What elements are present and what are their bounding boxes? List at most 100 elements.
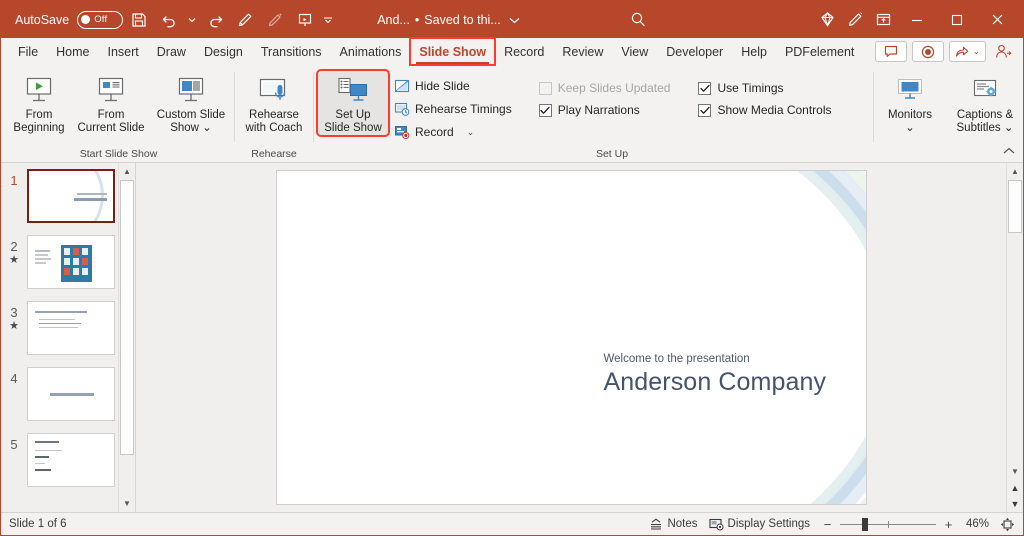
notes-button[interactable]: Notes [649,518,698,531]
keep-slides-updated-label: Keep Slides Updated [557,81,671,95]
thumbnail-row-3[interactable]: 3 ★ [1,301,135,355]
thumbnail-scroll-track[interactable] [119,180,135,495]
tab-animations[interactable]: Animations [331,38,411,65]
show-media-controls-checkbox[interactable]: Show Media Controls [698,103,832,117]
rehearse-with-coach-button[interactable]: Rehearse with Coach [235,71,313,135]
document-name: And... [377,12,410,27]
scroll-track[interactable] [1007,180,1023,463]
title-dropdown-caret[interactable] [509,13,520,27]
hide-slide-button[interactable]: Hide Slide [388,75,517,97]
tab-view[interactable]: View [612,38,657,65]
undo-dropdown-caret[interactable] [185,6,199,34]
editor-pen-icon[interactable] [841,6,869,34]
current-slide[interactable]: Welcome to the presentation Anderson Com… [276,171,866,504]
thumbnail-scroll-up-button[interactable]: ▲ [119,163,135,180]
tab-developer[interactable]: Developer [657,38,732,65]
slide-vertical-scrollbar[interactable]: ▲ ▼ ▲ ▼ [1006,163,1023,512]
rehearse-timings-button[interactable]: Rehearse Timings [388,98,517,120]
previous-slide-button[interactable]: ▲ [1007,480,1023,496]
autosave-toggle[interactable]: Off [77,10,124,29]
slide-thumbnail-1[interactable] [27,169,115,223]
zoom-slider-handle[interactable] [862,517,868,531]
tab-design[interactable]: Design [195,38,252,65]
zoom-slider[interactable] [840,517,936,531]
tab-review[interactable]: Review [553,38,612,65]
set-up-slide-show-label: Set Up Slide Show [324,109,382,134]
slide-thumbnail-5[interactable] [27,433,115,487]
slide-thumbnail-3[interactable] [27,301,115,355]
record-tab-button[interactable] [912,41,945,62]
ribbon-display-icon[interactable] [869,6,897,34]
search-box[interactable] [520,11,813,28]
tab-insert[interactable]: Insert [99,38,148,65]
minimize-button[interactable] [897,2,937,38]
next-slide-button[interactable]: ▼ [1007,496,1023,512]
undo-icon[interactable] [155,6,183,34]
document-title-area[interactable]: And... • Saved to thi... [377,13,520,27]
redo-icon[interactable] [201,6,229,34]
thumbnail-row-2[interactable]: 2 ★ [1,235,135,289]
animation-star-icon: ★ [9,254,19,266]
zoom-in-button[interactable]: + [942,517,955,532]
thumbnail-row-5[interactable]: 5 [1,433,135,487]
pen-icon[interactable] [231,6,259,34]
tab-draw[interactable]: Draw [148,38,195,65]
slide-subtitle: Welcome to the presentation [603,353,750,365]
tab-record[interactable]: Record [495,38,553,65]
show-media-controls-box[interactable] [698,103,712,117]
scroll-up-button[interactable]: ▲ [1007,163,1023,180]
thumbnail-scroll-down-button[interactable]: ▼ [119,495,135,512]
captions-subtitles-button[interactable]: Captions & Subtitles ⌄ [947,71,1023,135]
record-dropdown-caret[interactable]: ⌄ [467,127,475,138]
slide-text-block[interactable]: Welcome to the presentation Anderson Com… [604,353,827,397]
thumbnail-row-4[interactable]: 4 [1,367,135,421]
scroll-thumb[interactable] [1008,180,1022,233]
record-slideshow-button[interactable]: Record ⌄ [388,121,517,143]
title-separator-dot: • [414,12,420,27]
slide-thumbnail-2[interactable] [27,235,115,289]
display-settings-button[interactable]: Display Settings [708,518,810,531]
use-timings-checkbox[interactable]: Use Timings [698,81,831,95]
from-current-slide-button[interactable]: From Current Slide [75,71,147,135]
setup-checkbox-column-1: Keep Slides Updated Play Narrations [538,71,671,117]
play-narrations-box[interactable] [538,103,552,117]
from-beginning-button[interactable]: From Beginning [3,71,75,135]
record-slideshow-icon [393,124,410,141]
tab-transitions[interactable]: Transitions [252,38,331,65]
thumbnail-scroll-thumb[interactable] [120,180,134,455]
collapse-ribbon-button[interactable] [1001,143,1017,159]
tab-file[interactable]: File [9,38,47,65]
tab-help[interactable]: Help [732,38,776,65]
play-narrations-checkbox[interactable]: Play Narrations [538,103,671,117]
custom-slide-show-button[interactable]: Custom Slide Show ⌄ [148,71,234,135]
save-icon[interactable] [125,6,153,34]
thumbnail-scrollbar[interactable]: ▲ ▼ [118,163,135,512]
show-media-controls-label: Show Media Controls [717,103,832,117]
maximize-button[interactable] [937,2,977,38]
qat-more-caret[interactable] [321,6,335,34]
diamond-icon[interactable] [813,6,841,34]
display-settings-label: Display Settings [727,518,810,530]
slide-thumbnail-4[interactable] [27,367,115,421]
people-icon[interactable] [991,41,1015,62]
close-button[interactable] [977,2,1017,38]
slide-title: Anderson Company [603,368,827,396]
zoom-out-button[interactable]: − [821,517,834,532]
share-button[interactable]: ⌄ [949,41,986,62]
zoom-percentage[interactable]: 46% [961,518,989,530]
tab-pdfelement[interactable]: PDFelement [776,38,863,65]
ribbon-group-start-slide-show: From Beginning From Current Slide Custom… [3,65,234,162]
tab-slide-show[interactable]: Slide Show [409,37,497,66]
pen-highlight-icon[interactable] [261,6,289,34]
comment-icon [885,45,898,57]
fit-slide-button[interactable] [1000,517,1015,532]
set-up-slide-show-button[interactable]: Set Up Slide Show [316,69,390,137]
monitors-button[interactable]: Monitors ⌄ [874,71,946,135]
from-beginning-label: From Beginning [13,109,65,134]
comments-button[interactable] [875,41,908,62]
scroll-down-button[interactable]: ▼ [1007,463,1023,480]
tab-home[interactable]: Home [47,38,98,65]
thumbnail-row-1[interactable]: 1 [1,169,135,223]
present-icon[interactable] [291,6,319,34]
use-timings-box[interactable] [698,81,712,95]
